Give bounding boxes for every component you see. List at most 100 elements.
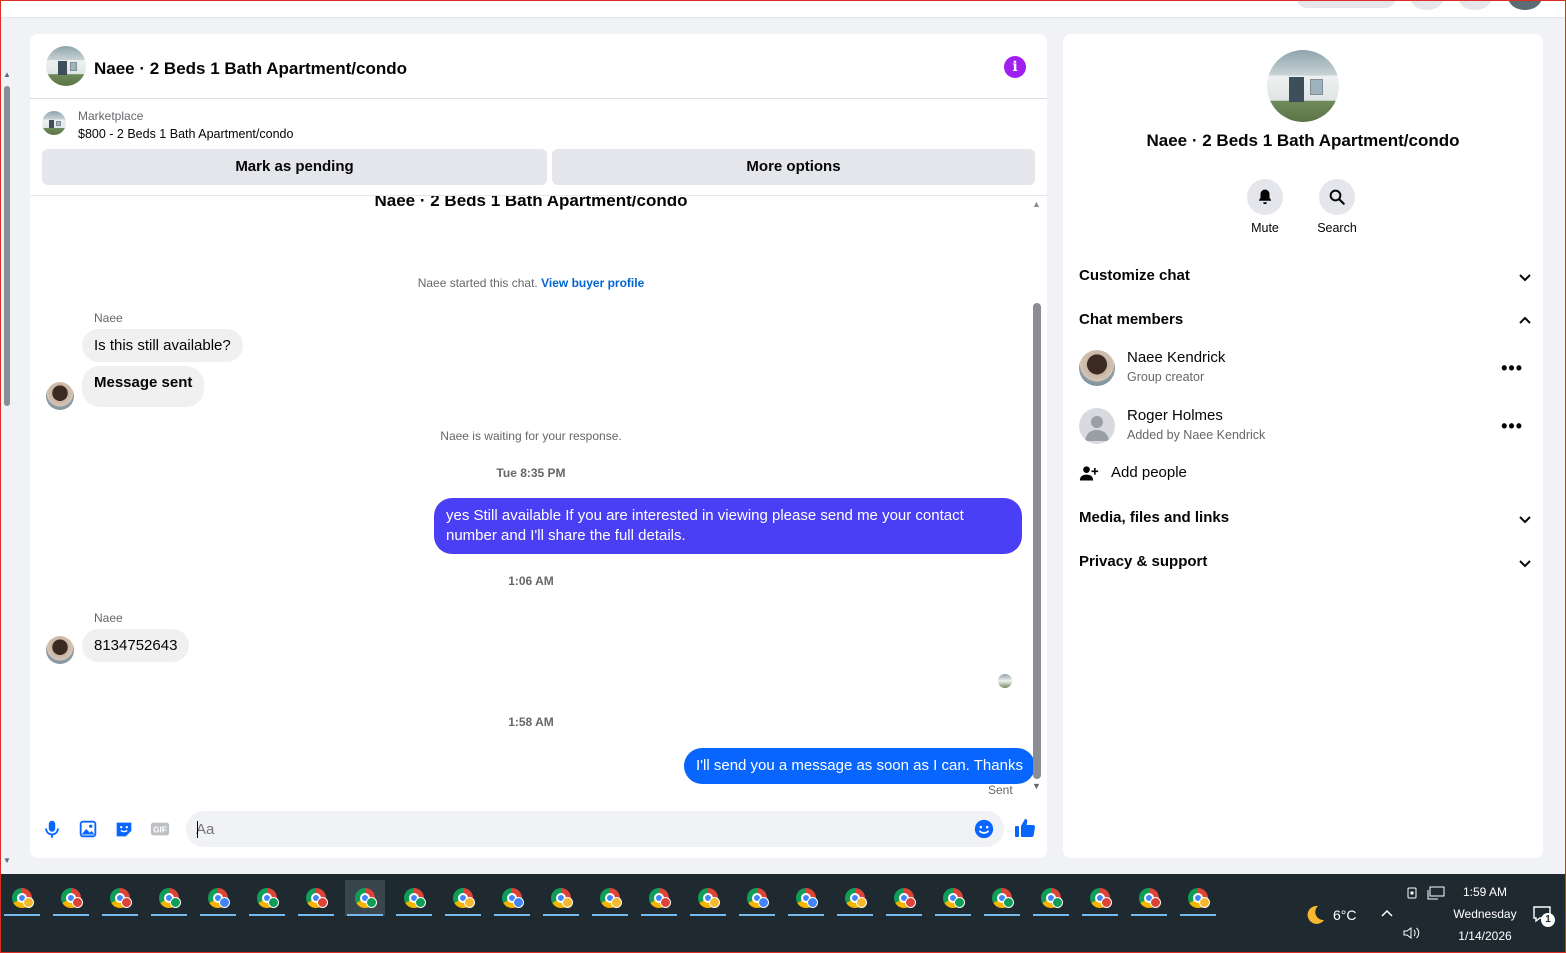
taskbar-chrome-window[interactable] bbox=[1080, 880, 1120, 916]
search-label: Search bbox=[1317, 221, 1357, 235]
gif-icon[interactable]: GIF bbox=[149, 818, 171, 840]
network-icon[interactable] bbox=[1427, 886, 1445, 900]
taskbar-chrome-window[interactable] bbox=[1129, 880, 1169, 916]
taskbar-chrome-window[interactable] bbox=[345, 880, 385, 916]
profile-badge-icon bbox=[1199, 897, 1210, 908]
text-caret bbox=[197, 821, 198, 838]
member-row[interactable]: Roger Holmes Added by Naee Kendrick ••• bbox=[1079, 406, 1533, 450]
message-input[interactable] bbox=[196, 811, 966, 847]
more-options-button[interactable]: More options bbox=[552, 149, 1035, 185]
media-files-section[interactable]: Media, files and links bbox=[1079, 509, 1533, 533]
sender-name: Naee bbox=[94, 311, 123, 325]
taskbar-chrome-window[interactable] bbox=[835, 880, 875, 916]
emoji-icon[interactable] bbox=[973, 818, 995, 840]
member-avatar[interactable] bbox=[1079, 408, 1115, 444]
message-input-box[interactable] bbox=[186, 811, 1004, 847]
profile-badge-icon bbox=[660, 897, 671, 908]
running-indicator bbox=[984, 914, 1020, 916]
bell-icon bbox=[1259, 189, 1271, 205]
customize-chat-section[interactable]: Customize chat bbox=[1079, 267, 1533, 291]
scroll-up-icon[interactable]: ▲ bbox=[1032, 199, 1041, 209]
taskbar-chrome-window[interactable] bbox=[51, 880, 91, 916]
profile-avatar-button[interactable] bbox=[1508, 0, 1542, 10]
top-circle-button[interactable] bbox=[1458, 0, 1492, 10]
taskbar-chrome-window[interactable] bbox=[884, 880, 924, 916]
taskbar-chrome-window[interactable] bbox=[492, 880, 532, 916]
taskbar-chrome-window[interactable] bbox=[296, 880, 336, 916]
member-row[interactable]: Naee Kendrick Group creator ••• bbox=[1079, 348, 1533, 392]
message-bubble-incoming[interactable]: 8134752643 bbox=[82, 629, 190, 662]
listing-thumbnail[interactable] bbox=[42, 111, 66, 135]
message-bubble-outgoing[interactable]: I'll send you a message as soon as I can… bbox=[684, 748, 1035, 784]
clock-date[interactable]: 1/14/2026 bbox=[1448, 929, 1522, 943]
device-icon[interactable] bbox=[1405, 886, 1419, 900]
top-pill-button[interactable] bbox=[1296, 0, 1396, 8]
taskbar-chrome-window[interactable] bbox=[639, 880, 679, 916]
chat-title[interactable]: Naee · 2 Beds 1 Bath Apartment/condo bbox=[94, 59, 407, 79]
mark-pending-button[interactable]: Mark as pending bbox=[42, 149, 547, 185]
more-options-icon[interactable]: ••• bbox=[1501, 416, 1523, 437]
clock-day[interactable]: Wednesday bbox=[1446, 907, 1524, 921]
chat-scrollbar[interactable]: ▲ ▼ bbox=[1030, 199, 1044, 799]
scroll-down-icon[interactable]: ▼ bbox=[1032, 781, 1041, 791]
scrollbar-thumb[interactable] bbox=[4, 86, 10, 406]
temperature[interactable]: 6°C bbox=[1333, 907, 1357, 923]
chat-panel: Naee · 2 Beds 1 Bath Apartment/condo i M… bbox=[30, 34, 1047, 858]
chevron-up-icon[interactable] bbox=[1380, 907, 1394, 921]
taskbar-chrome-window[interactable] bbox=[737, 880, 777, 916]
running-indicator bbox=[1180, 914, 1216, 916]
page-scrollbar[interactable]: ▲ ▼ bbox=[2, 70, 12, 870]
running-indicator bbox=[396, 914, 432, 916]
message-bubble-incoming[interactable]: Message sent bbox=[82, 366, 205, 407]
taskbar-chrome-window[interactable] bbox=[247, 880, 287, 916]
thumbs-up-icon[interactable] bbox=[1013, 816, 1037, 840]
member-avatar[interactable] bbox=[1079, 350, 1115, 386]
sender-name: Naee bbox=[94, 611, 123, 625]
moon-weather-icon[interactable] bbox=[1303, 903, 1327, 927]
microphone-icon[interactable] bbox=[41, 818, 63, 840]
taskbar-chrome-window[interactable] bbox=[688, 880, 728, 916]
taskbar-chrome-window[interactable] bbox=[2, 880, 42, 916]
message-bubble-incoming[interactable]: Is this still available? bbox=[82, 329, 243, 362]
taskbar-chrome-window[interactable] bbox=[1178, 880, 1218, 916]
taskbar-chrome-window[interactable] bbox=[443, 880, 483, 916]
listing-avatar[interactable] bbox=[46, 46, 86, 86]
message-bubble-outgoing[interactable]: yes Still available If you are intereste… bbox=[434, 498, 1022, 554]
taskbar-chrome-window[interactable] bbox=[198, 880, 238, 916]
listing-price[interactable]: $800 - 2 Beds 1 Bath Apartment/condo bbox=[78, 127, 293, 141]
clock-time[interactable]: 1:59 AM bbox=[1450, 885, 1520, 899]
chat-scrollbar-thumb[interactable] bbox=[1033, 303, 1041, 779]
sender-avatar[interactable] bbox=[46, 382, 74, 410]
view-buyer-profile-link[interactable]: View buyer profile bbox=[541, 276, 644, 290]
details-avatar[interactable] bbox=[1267, 50, 1339, 122]
taskbar-chrome-window[interactable] bbox=[786, 880, 826, 916]
taskbar-chrome-window[interactable] bbox=[100, 880, 140, 916]
taskbar-chrome-window[interactable] bbox=[933, 880, 973, 916]
taskbar-chrome-window[interactable] bbox=[394, 880, 434, 916]
taskbar-chrome-window[interactable] bbox=[149, 880, 189, 916]
search-button[interactable]: Search bbox=[1302, 179, 1372, 235]
photo-icon[interactable] bbox=[77, 818, 99, 840]
details-title: Naee · 2 Beds 1 Bath Apartment/condo bbox=[1146, 131, 1460, 150]
profile-badge-icon bbox=[1150, 897, 1161, 908]
mute-button[interactable]: Mute bbox=[1230, 179, 1300, 235]
taskbar-chrome-window[interactable] bbox=[1031, 880, 1071, 916]
scroll-down-icon[interactable]: ▼ bbox=[3, 856, 11, 865]
sticker-icon[interactable] bbox=[113, 818, 135, 840]
speaker-icon[interactable] bbox=[1403, 926, 1421, 940]
taskbar-chrome-window[interactable] bbox=[541, 880, 581, 916]
taskbar-chrome-window[interactable] bbox=[590, 880, 630, 916]
more-options-icon[interactable]: ••• bbox=[1501, 358, 1523, 379]
chat-members-section[interactable]: Chat members bbox=[1079, 311, 1533, 335]
member-name: Roger Holmes bbox=[1127, 407, 1223, 424]
privacy-support-section[interactable]: Privacy & support bbox=[1079, 553, 1533, 577]
scroll-up-icon[interactable]: ▲ bbox=[3, 70, 11, 79]
message-list: Naee · 2 Beds 1 Bath Apartment/condo Nae… bbox=[30, 195, 1047, 800]
top-circle-button[interactable] bbox=[1410, 0, 1444, 10]
taskbar-chrome-window[interactable] bbox=[982, 880, 1022, 916]
profile-badge-icon bbox=[709, 897, 720, 908]
sender-avatar[interactable] bbox=[46, 636, 74, 664]
info-icon[interactable]: i bbox=[1004, 56, 1026, 78]
add-person-icon bbox=[1079, 466, 1099, 481]
running-indicator bbox=[592, 914, 628, 916]
